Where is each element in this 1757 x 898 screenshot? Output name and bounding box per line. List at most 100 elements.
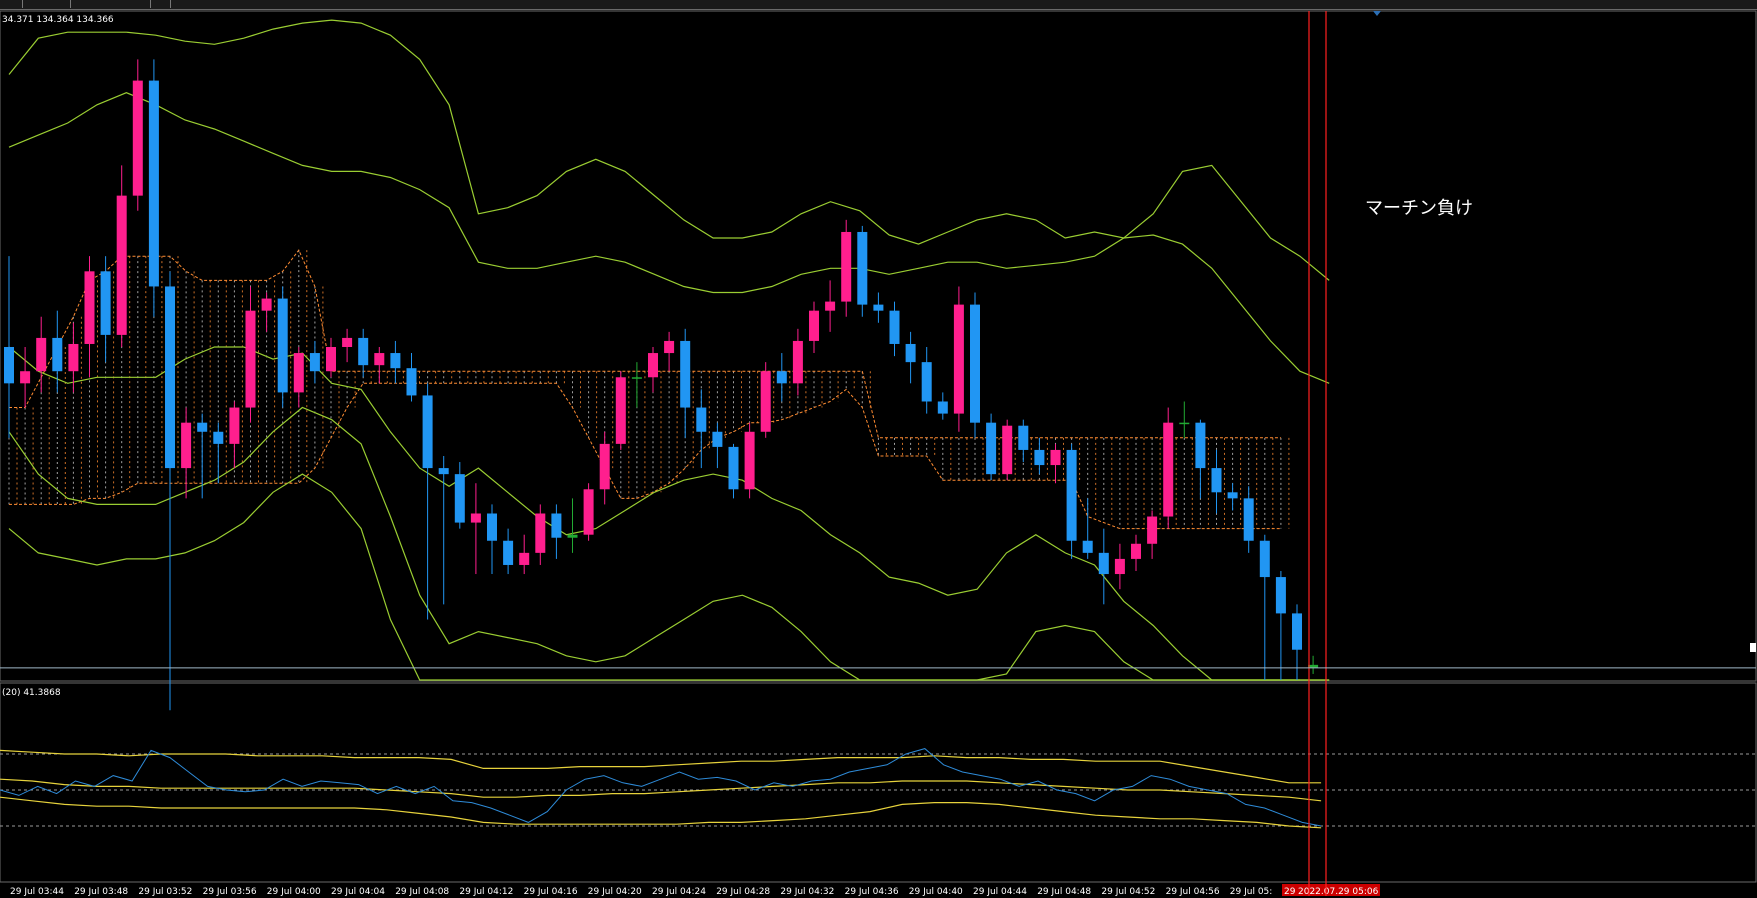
candle-body[interactable] <box>197 422 208 432</box>
x-tick-label: 29 Jul 04:52 <box>1101 887 1155 897</box>
candle-body[interactable] <box>293 353 304 393</box>
candle-body[interactable] <box>1211 468 1222 493</box>
candle-body[interactable] <box>84 271 95 344</box>
candle-body[interactable] <box>406 368 417 396</box>
candle-body[interactable] <box>809 310 819 341</box>
x-tick-label: 29 Jul 04:32 <box>780 887 834 897</box>
candle-body[interactable] <box>1259 540 1270 578</box>
candle-body[interactable] <box>599 443 610 490</box>
candle-body[interactable] <box>551 513 562 538</box>
candle-body[interactable] <box>438 468 449 475</box>
candle-body[interactable] <box>165 286 175 469</box>
candle-body[interactable] <box>615 377 626 444</box>
candle-body[interactable] <box>921 362 932 402</box>
candle-body[interactable] <box>1050 449 1061 466</box>
candle-body[interactable] <box>567 534 578 538</box>
candle-body[interactable] <box>503 540 514 565</box>
candle-body[interactable] <box>277 298 288 393</box>
candle-body[interactable] <box>1292 613 1302 650</box>
trading-chart[interactable]: 29 Jul 03:44 29 Jul 03:48 29 Jul 03:52 29 J… <box>0 0 1757 898</box>
candle-body[interactable] <box>116 195 127 335</box>
candle-body[interactable] <box>1098 552 1109 575</box>
candle-body[interactable] <box>519 552 530 565</box>
candle-body[interactable] <box>728 446 739 490</box>
x-tick-label: 29 Jul 04:20 <box>588 887 642 897</box>
candle-body[interactable] <box>970 304 980 423</box>
candle-body[interactable] <box>1163 422 1174 517</box>
candle-body[interactable] <box>229 407 240 444</box>
candle-body[interactable] <box>873 304 884 311</box>
candle-body[interactable] <box>825 301 836 311</box>
price-scale-marker <box>1750 643 1756 652</box>
x-tick-label: 29 Jul 04:04 <box>331 887 385 897</box>
candle-body[interactable] <box>776 371 787 384</box>
candle-body[interactable] <box>583 489 594 535</box>
candle-body[interactable] <box>1114 558 1125 575</box>
candle-body[interactable] <box>535 513 546 553</box>
candle-body[interactable] <box>470 513 481 523</box>
candle-body[interactable] <box>648 353 658 378</box>
x-tick-label: 29 Jul 04:36 <box>845 887 899 897</box>
candle-body[interactable] <box>1195 422 1206 469</box>
candle-body[interactable] <box>422 395 433 469</box>
x-tick-label: 29 Jul 05: <box>1230 887 1273 897</box>
candle-body[interactable] <box>4 347 14 384</box>
candle-body[interactable] <box>857 231 868 305</box>
candle-body[interactable] <box>100 271 111 335</box>
candle-body[interactable] <box>905 343 916 363</box>
x-tick-label: 29 Jul 04:56 <box>1166 887 1220 897</box>
chart-annotation-text[interactable]: マーチン負け <box>1365 198 1473 219</box>
candle-body[interactable] <box>487 513 497 541</box>
candle-body[interactable] <box>841 231 852 302</box>
date-badge-label: 2022.07.29 05:06 <box>1298 887 1379 897</box>
x-tick-label: 29 Jul 04:40 <box>909 887 963 897</box>
candle-body[interactable] <box>374 353 385 366</box>
candle-body[interactable] <box>358 337 369 366</box>
candle-body[interactable] <box>181 422 192 469</box>
candle-body[interactable] <box>664 340 675 354</box>
candle-body[interactable] <box>760 371 771 432</box>
candle-body[interactable] <box>1243 498 1254 541</box>
candle-body[interactable] <box>36 337 47 372</box>
candle-body[interactable] <box>712 431 723 447</box>
candle-body[interactable] <box>390 353 401 369</box>
candle-body[interactable] <box>631 377 642 379</box>
candle-body[interactable] <box>245 310 256 408</box>
candle-body[interactable] <box>1227 492 1238 499</box>
candle-body[interactable] <box>792 340 803 384</box>
candle-body[interactable] <box>937 401 948 414</box>
candle-body[interactable] <box>1002 425 1013 475</box>
candle-body[interactable] <box>261 298 272 311</box>
x-tick-label: 29 Jul 04:24 <box>652 887 706 897</box>
candle-body[interactable] <box>68 343 79 372</box>
candle-body[interactable] <box>953 304 964 414</box>
date-badge-prefix: 29 <box>1284 887 1296 897</box>
candle-body[interactable] <box>148 80 159 287</box>
main-chart-panel <box>0 10 1757 682</box>
candle-body[interactable] <box>696 407 707 432</box>
candle-body[interactable] <box>1179 422 1190 425</box>
candle-body[interactable] <box>986 422 997 475</box>
candle-body[interactable] <box>744 431 755 490</box>
candle-body[interactable] <box>1131 543 1141 559</box>
sub-indicator-label: (20) 41.3868 <box>2 688 61 698</box>
candle-body[interactable] <box>342 337 353 347</box>
x-tick-label: 29 Jul 03:56 <box>203 887 257 897</box>
candle-body[interactable] <box>132 80 143 196</box>
candle-body[interactable] <box>309 353 320 372</box>
candle-body[interactable] <box>1066 449 1077 541</box>
candle-body[interactable] <box>20 371 31 384</box>
x-tick-label: 29 Jul 03:52 <box>138 887 192 897</box>
candle-body[interactable] <box>680 340 691 408</box>
candle-body[interactable] <box>52 337 63 372</box>
candle-body[interactable] <box>1018 425 1029 450</box>
candle-body[interactable] <box>1147 516 1158 544</box>
candle-body[interactable] <box>326 347 336 372</box>
candle-body[interactable] <box>454 474 465 523</box>
candle-body[interactable] <box>889 310 900 344</box>
candle-body[interactable] <box>1034 449 1045 466</box>
candle-body[interactable] <box>213 431 224 444</box>
x-tick-label: 29 Jul 04:12 <box>459 887 513 897</box>
candle-body[interactable] <box>1275 577 1286 614</box>
candle-body[interactable] <box>1082 540 1093 553</box>
